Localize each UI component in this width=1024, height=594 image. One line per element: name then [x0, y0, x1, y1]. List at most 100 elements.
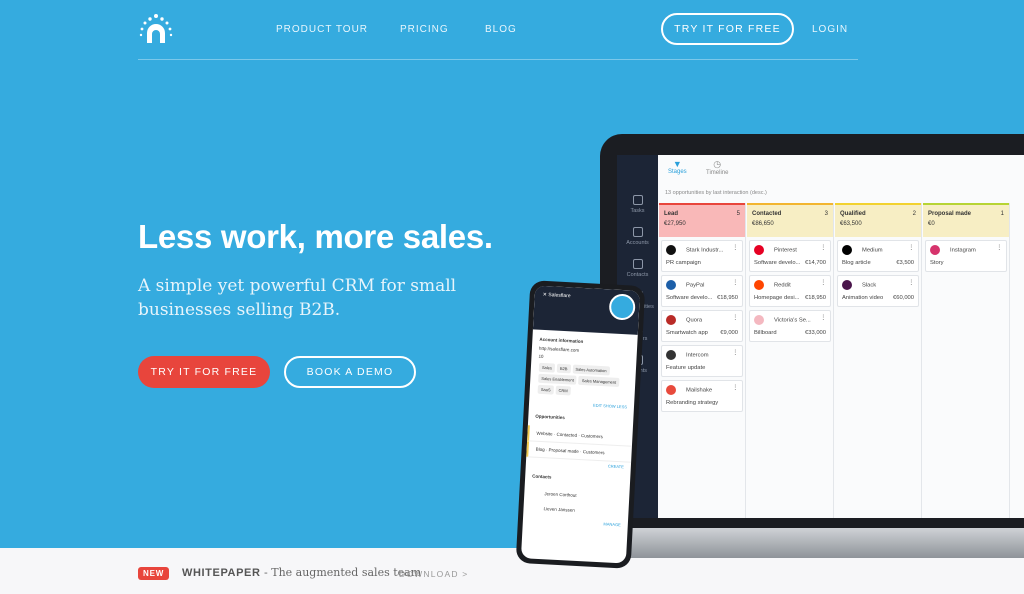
opportunity-count: 13 opportunities by last interaction (de…: [665, 190, 767, 196]
company-name: Pinterest: [774, 247, 797, 254]
tag-chip: CRM: [555, 385, 571, 396]
nav-pricing[interactable]: PRICING: [400, 24, 449, 35]
company-name: Medium: [862, 247, 883, 254]
app-screen: TasksAccountsContactsOpportunitiesLeader…: [617, 155, 1024, 518]
company-logo: [666, 315, 676, 325]
tab-timeline-label: Timeline: [706, 170, 729, 176]
more-icon[interactable]: ⋮: [820, 315, 826, 321]
company-name: Slack: [862, 282, 877, 289]
company-name: Quora: [686, 317, 703, 324]
salesflare-logo[interactable]: [138, 13, 174, 47]
stage-count: 3: [824, 211, 828, 217]
stage-count: 1: [1000, 211, 1004, 217]
more-icon[interactable]: ⋮: [820, 245, 826, 251]
top-nav: PRODUCT TOUR PRICING BLOG TRY IT FOR FRE…: [138, 0, 858, 60]
company-name: Intercom: [686, 352, 709, 359]
more-icon[interactable]: ⋮: [732, 245, 738, 251]
stage-column: Lead 5 €27,950 Stark Industr... ⋮ PR campaign…: [659, 203, 746, 518]
opportunity-card[interactable]: Pinterest ⋮ Software develo... €14,700: [749, 240, 831, 272]
stage-name: Qualified: [840, 211, 866, 217]
opportunity-amount: €60,000: [893, 295, 914, 301]
stage-header: Contacted 3 €86,650: [747, 203, 833, 237]
tab-stages-label: Stages: [668, 169, 687, 175]
more-icon[interactable]: ⋮: [732, 350, 738, 356]
opportunity-name: Blog article: [842, 260, 871, 266]
sidebar-item-accounts[interactable]: Accounts: [617, 227, 658, 246]
opportunity-name: Billboard: [754, 330, 777, 336]
more-icon[interactable]: ⋮: [820, 280, 826, 286]
tag-chip: Sales Management: [578, 375, 620, 387]
opportunity-card[interactable]: Intercom ⋮ Feature update: [661, 345, 743, 377]
opportunity-card[interactable]: Medium ⋮ Blog article €3,500: [837, 240, 919, 272]
stage-column: Qualified 2 €63,500 Medium ⋮ Blog article €3,5…: [835, 203, 922, 518]
opportunity-card[interactable]: Victoria's Se... ⋮ Billboard €33,000: [749, 310, 831, 342]
funnel-icon: ▼: [672, 159, 682, 169]
hero-title: Less work, more sales.: [138, 218, 493, 255]
opportunity-name: Software develo...: [754, 260, 801, 266]
opportunity-card[interactable]: Quora ⋮ Smartwatch app €9,000: [661, 310, 743, 342]
more-icon[interactable]: ⋮: [732, 315, 738, 321]
stage-value: €86,650: [752, 221, 774, 227]
try-free-button[interactable]: TRY IT FOR FREE: [138, 356, 270, 388]
tab-stages[interactable]: ▼ Stages: [668, 159, 687, 175]
opportunity-card[interactable]: Slack ⋮ Animation video €60,000: [837, 275, 919, 307]
tasks-icon: [632, 195, 643, 205]
opportunity-name: Animation video: [842, 295, 884, 301]
tab-timeline[interactable]: ◷ Timeline: [706, 159, 728, 176]
opportunity-card[interactable]: PayPal ⋮ Software develo... €18,950: [661, 275, 743, 307]
company-name: Mailshake: [686, 387, 713, 394]
company-name: PayPal: [686, 282, 705, 289]
book-demo-button[interactable]: BOOK A DEMO: [284, 356, 416, 388]
opportunity-card[interactable]: Stark Industr... ⋮ PR campaign: [661, 240, 743, 272]
contacts-title: Contacts: [532, 473, 552, 480]
download-link[interactable]: DOWNLOAD >: [399, 569, 468, 579]
more-icon[interactable]: ⋮: [732, 385, 738, 391]
nav-try-free-button[interactable]: TRY IT FOR FREE: [661, 13, 794, 45]
new-badge: NEW: [138, 567, 170, 580]
stage-header: Proposal made 1 €0: [923, 203, 1009, 237]
show-less-link[interactable]: SHOW LESS: [603, 403, 627, 409]
opportunity-name: Software develo...: [666, 295, 713, 301]
whitepaper-title: WHITEPAPER - The augmented sales team: [182, 566, 421, 579]
opportunity-card[interactable]: Reddit ⋮ Homepage desi... €18,950: [749, 275, 831, 307]
more-icon[interactable]: ⋮: [908, 280, 914, 286]
nav-product-tour[interactable]: PRODUCT TOUR: [276, 24, 368, 35]
nav-login[interactable]: LOGIN: [812, 24, 848, 35]
company-logo: [842, 245, 852, 255]
nav-blog[interactable]: BLOG: [485, 24, 517, 35]
view-tabs: ▼ Stages ◷ Timeline: [658, 155, 1024, 185]
stage-value: €27,950: [664, 221, 686, 227]
opportunity-amount: €18,950: [805, 295, 826, 301]
opportunity-name: Feature update: [666, 365, 706, 371]
opportunity-card[interactable]: Mailshake ⋮ Rebranding strategy: [661, 380, 743, 412]
more-icon[interactable]: ⋮: [732, 280, 738, 286]
stage-name: Lead: [664, 211, 679, 217]
more-icon[interactable]: ⋮: [996, 245, 1002, 251]
whitepaper-text: - The augmented sales team: [260, 566, 422, 579]
company-logo: [666, 350, 676, 360]
hero-subtitle: A simple yet powerful CRM for small busi…: [138, 276, 457, 320]
company-name: Reddit: [774, 282, 791, 289]
more-icon[interactable]: ⋮: [908, 245, 914, 251]
tag-chip: SaaS: [537, 384, 554, 395]
company-logo: [930, 245, 940, 255]
tag-chip: Sales Automation: [572, 364, 610, 376]
stage-count: 2: [912, 211, 916, 217]
clock-icon: ◷: [713, 159, 722, 169]
sidebar-label: Contacts: [626, 272, 649, 278]
sidebar-label: Tasks: [630, 208, 645, 214]
company-logo: [754, 280, 764, 290]
sidebar-item-tasks[interactable]: Tasks: [617, 195, 658, 214]
company-logo: [666, 280, 676, 290]
opportunity-card[interactable]: Instagram ⋮ Story: [925, 240, 1007, 272]
company-logo: [754, 245, 764, 255]
sidebar-item-contacts[interactable]: Contacts: [617, 259, 658, 278]
opportunity-amount: €18,950: [717, 295, 738, 301]
account-info-title: Account information: [539, 336, 584, 345]
phone-screen: ✕ Salesflare Account information http://…: [520, 285, 641, 564]
whitepaper-label: WHITEPAPER: [182, 567, 261, 579]
edit-link[interactable]: EDIT: [593, 403, 602, 408]
tag-chip: Sales Enablement: [538, 373, 578, 385]
stage-column: Contacted 3 €86,650 Pinterest ⋮ Software deve…: [747, 203, 834, 518]
opportunity-name: Smartwatch app: [666, 330, 708, 336]
